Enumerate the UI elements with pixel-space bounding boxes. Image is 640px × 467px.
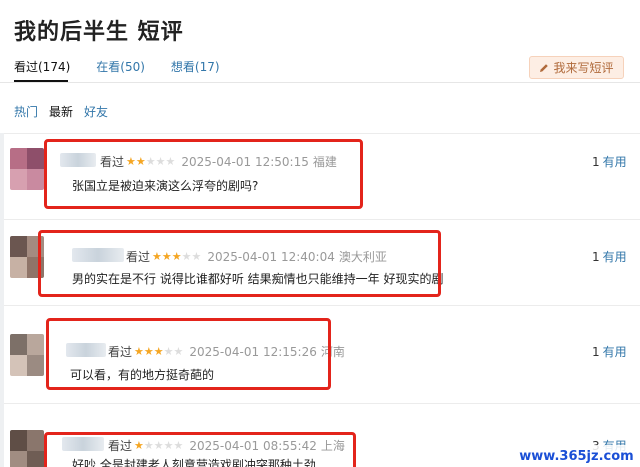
review-location: 河南 <box>320 345 345 359</box>
useful-count: 1 <box>592 345 600 359</box>
review-time[interactable]: 2025-04-01 12:40:04 <box>207 250 334 264</box>
write-review-label: 我来写短评 <box>553 61 614 75</box>
review-content: 好吵 全是封建老人刻意营造戏剧冲突那种土劲 <box>72 458 316 467</box>
star-empty-icon: ★ <box>173 345 184 358</box>
rating-stars: ★ ★ ★ ★ ★ <box>134 440 183 451</box>
comment-tabs: 看过(174) 在看(50) 想看(17) <box>14 58 220 75</box>
review-content: 男的实在是不行 说得比谁都好听 结果痴情也只能维持一年 好现实的剧 <box>72 272 444 286</box>
star-empty-icon: ★ <box>153 439 164 452</box>
rating-stars: ★ ★ ★ ★ ★ <box>126 156 175 167</box>
username-blurred[interactable] <box>66 343 106 357</box>
watch-status: 看过 <box>100 155 125 169</box>
avatar[interactable] <box>10 148 44 190</box>
useful-label: 有用 <box>602 345 627 359</box>
list-divider <box>0 133 640 134</box>
username-blurred[interactable] <box>60 153 96 167</box>
star-filled-icon: ★ <box>171 250 182 263</box>
star-empty-icon: ★ <box>163 439 174 452</box>
review-content: 张国立是被迫来演这么浮夸的剧吗? <box>72 179 259 193</box>
useful-count: 1 <box>592 250 600 264</box>
useful-button[interactable]: 1 有用 <box>592 343 627 360</box>
star-empty-icon: ★ <box>155 155 166 168</box>
watermark: www.365jz.com <box>513 445 640 467</box>
review-time[interactable]: 2025-04-01 12:50:15 <box>181 155 308 169</box>
useful-label: 有用 <box>602 250 627 264</box>
pencil-icon <box>540 63 549 72</box>
write-review-button[interactable]: 我来写短评 <box>529 56 624 79</box>
left-rail <box>0 133 4 467</box>
star-filled-icon: ★ <box>135 155 146 168</box>
star-filled-icon: ★ <box>126 155 136 168</box>
watch-status: 看过 <box>108 345 133 359</box>
star-empty-icon: ★ <box>191 250 202 263</box>
star-filled-icon: ★ <box>161 250 172 263</box>
useful-button[interactable]: 1 有用 <box>592 153 627 170</box>
star-filled-icon: ★ <box>134 439 144 452</box>
tab-watched[interactable]: 看过(174) <box>14 58 70 75</box>
review-meta: 看过 ★ ★ ★ ★ ★ 2025-04-01 12:40:04 澳大利亚 <box>126 248 387 265</box>
list-divider <box>0 305 640 306</box>
star-filled-icon: ★ <box>143 345 154 358</box>
tab-want-to-watch[interactable]: 想看(17) <box>171 58 220 75</box>
list-divider <box>0 403 640 404</box>
filter-hot[interactable]: 热门 <box>14 103 38 120</box>
useful-count: 1 <box>592 155 600 169</box>
star-empty-icon: ★ <box>173 439 184 452</box>
username-blurred[interactable] <box>72 248 124 262</box>
star-empty-icon: ★ <box>181 250 192 263</box>
tab-watching[interactable]: 在看(50) <box>96 58 145 75</box>
avatar[interactable] <box>10 430 44 467</box>
username-blurred[interactable] <box>62 437 104 451</box>
review-meta: 看过 ★ ★ ★ ★ ★ 2025-04-01 12:15:26 河南 <box>108 343 345 360</box>
star-empty-icon: ★ <box>143 439 154 452</box>
star-filled-icon: ★ <box>153 345 164 358</box>
review-meta: 看过 ★ ★ ★ ★ ★ 2025-04-01 12:50:15 福建 <box>100 153 337 170</box>
rating-stars: ★ ★ ★ ★ ★ <box>152 251 201 262</box>
sort-filters: 热门 最新 好友 <box>14 103 108 120</box>
avatar[interactable] <box>10 236 44 278</box>
star-empty-icon: ★ <box>163 345 174 358</box>
review-location: 福建 <box>312 155 337 169</box>
useful-button[interactable]: 1 有用 <box>592 248 627 265</box>
watch-status: 看过 <box>126 250 151 264</box>
review-content: 可以看，有的地方挺奇葩的 <box>70 368 215 382</box>
review-location: 上海 <box>320 439 345 453</box>
list-divider <box>0 219 640 220</box>
useful-label: 有用 <box>602 155 627 169</box>
review-time[interactable]: 2025-04-01 08:55:42 <box>189 439 316 453</box>
watch-status: 看过 <box>108 439 133 453</box>
avatar[interactable] <box>10 334 44 376</box>
rating-stars: ★ ★ ★ ★ ★ <box>134 346 183 357</box>
star-empty-icon: ★ <box>165 155 176 168</box>
review-meta: 看过 ★ ★ ★ ★ ★ 2025-04-01 08:55:42 上海 <box>108 437 345 454</box>
tabs-divider <box>0 82 640 83</box>
page-title: 我的后半生 短评 <box>14 20 184 45</box>
review-location: 澳大利亚 <box>338 250 387 264</box>
filter-latest[interactable]: 最新 <box>49 103 73 120</box>
highlight-box <box>44 139 363 209</box>
review-time[interactable]: 2025-04-01 12:15:26 <box>189 345 316 359</box>
filter-friends[interactable]: 好友 <box>84 103 108 120</box>
star-filled-icon: ★ <box>134 345 144 358</box>
star-empty-icon: ★ <box>145 155 156 168</box>
star-filled-icon: ★ <box>152 250 162 263</box>
